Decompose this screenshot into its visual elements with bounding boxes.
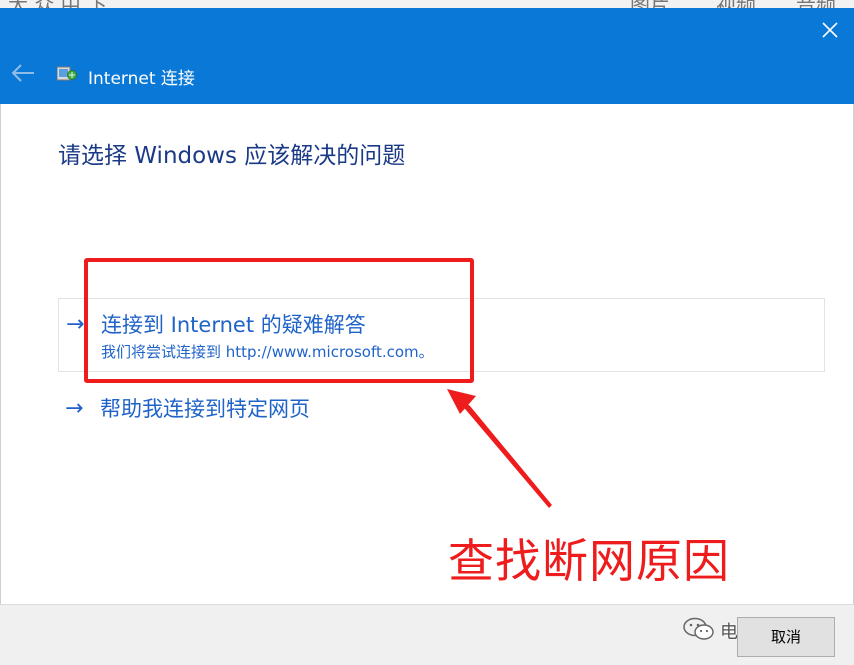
option-title: 帮助我连接到特定网页 [100,397,310,421]
window-title: Internet 连接 [88,69,195,89]
arrow-right-icon: → [66,312,85,337]
annotation-highlight-box [84,258,474,383]
network-connection-icon [56,66,77,82]
dialog-title-bar: Internet 连接 [0,8,854,104]
wechat-icon [682,617,716,641]
background-text: 视频 [716,0,756,8]
option-connect-specific-page[interactable]: → 帮助我连接到特定网页 [58,392,458,428]
left-window-edge [0,104,1,604]
arrow-right-icon: → [65,396,84,421]
annotation-text: 查找断网原因 [448,534,730,588]
page-title: 请选择 Windows 应该解决的问题 [58,143,406,169]
background-window-strip: 大 众 中 下 图片 视频 音频 [0,0,854,8]
close-icon[interactable] [820,20,840,40]
back-arrow-icon[interactable] [10,62,36,84]
cancel-button[interactable]: 取消 [737,617,835,657]
background-text: 大 众 中 下 [8,0,107,8]
background-text: 图片 [630,0,670,8]
background-text: 音频 [796,0,836,8]
